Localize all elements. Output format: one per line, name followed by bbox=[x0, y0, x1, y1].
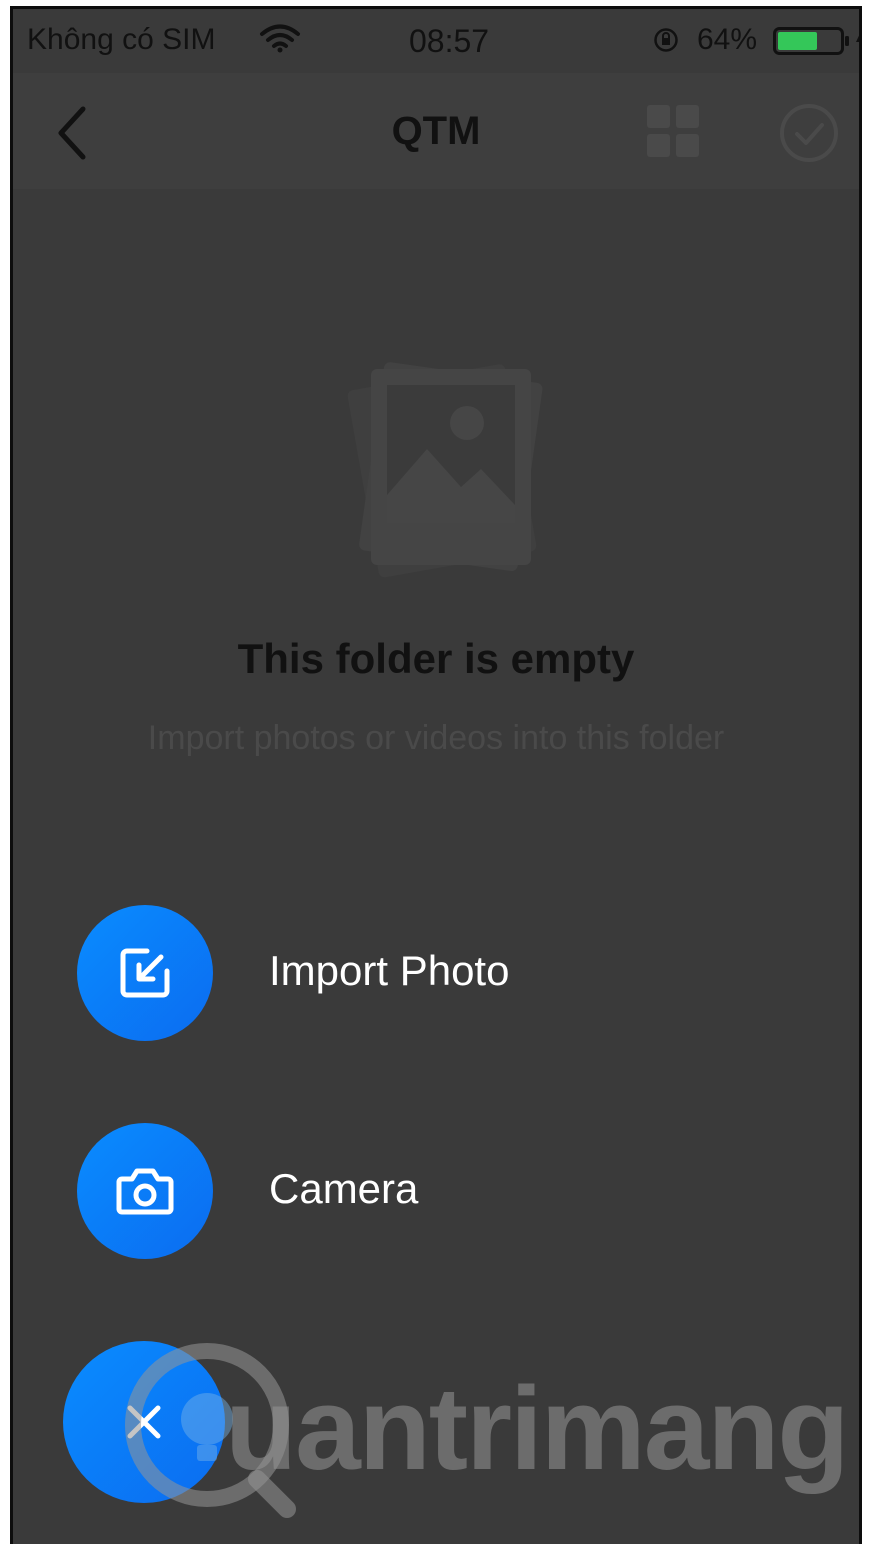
camera-icon bbox=[116, 1168, 174, 1215]
import-photo-label[interactable]: Import Photo bbox=[269, 947, 509, 995]
select-check-icon[interactable] bbox=[779, 103, 839, 163]
empty-state-subtitle: Import photos or videos into this folder bbox=[147, 719, 725, 757]
camera-button[interactable] bbox=[77, 1123, 213, 1259]
wifi-icon bbox=[260, 24, 300, 53]
status-bar: Không có SIM 08:57 64% bbox=[13, 9, 859, 73]
watermark-text: uantrimang bbox=[225, 1363, 849, 1495]
camera-label[interactable]: Camera bbox=[269, 1165, 418, 1213]
clock: 08:57 bbox=[409, 23, 490, 59]
battery-icon bbox=[773, 27, 849, 55]
empty-state-title: This folder is empty bbox=[237, 635, 635, 682]
battery-percent: 64% bbox=[697, 23, 758, 56]
phone-screen: Không có SIM 08:57 64% QTM This folder i… bbox=[10, 6, 862, 1544]
orientation-lock-icon bbox=[654, 28, 678, 52]
photo-stack-icon bbox=[347, 362, 543, 578]
carrier-label: Không có SIM bbox=[27, 23, 216, 56]
import-icon bbox=[120, 948, 170, 998]
import-photo-button[interactable] bbox=[77, 905, 213, 1041]
grid-view-icon[interactable] bbox=[645, 103, 701, 159]
page-title: QTM bbox=[391, 109, 481, 153]
navigation-bar: QTM bbox=[13, 73, 859, 189]
charging-bolt-icon bbox=[856, 35, 859, 53]
